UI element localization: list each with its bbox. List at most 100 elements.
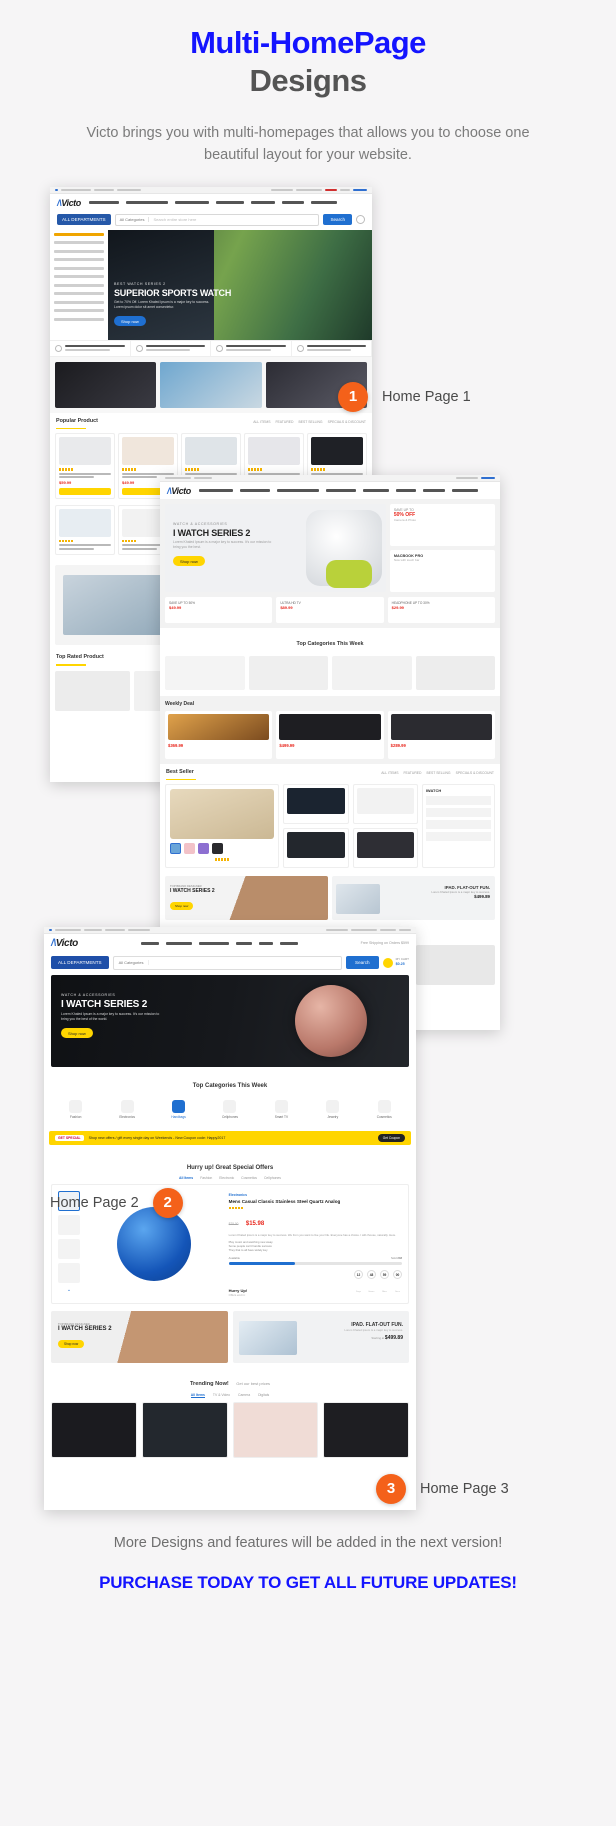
- product-card[interactable]: [352, 784, 418, 824]
- category-tile[interactable]: Smart TV: [256, 1099, 307, 1119]
- thumbnail[interactable]: [58, 1238, 80, 1259]
- mockup3-search-input[interactable]: All Categories: [112, 955, 343, 970]
- mockup3-search-category[interactable]: All Categories: [114, 960, 150, 966]
- mockup1-search-input[interactable]: All Categories Search entire store here: [114, 213, 320, 226]
- mockup2-mini-promo[interactable]: ULTRA HD TV $89.99: [276, 596, 384, 623]
- mockup2-hero-button[interactable]: Shop now: [173, 556, 205, 567]
- mockup1-search-category[interactable]: All Categories: [116, 217, 150, 223]
- category-card[interactable]: [165, 655, 245, 690]
- product-image: [122, 437, 174, 466]
- category-tile[interactable]: Electronics: [101, 1099, 152, 1119]
- featured-product[interactable]: [165, 784, 280, 868]
- coupon-text: Shop new offers / gift every single day …: [88, 1135, 226, 1140]
- callout-homepage-3: 3 Home Page 3: [376, 1473, 509, 1504]
- homepage-3-mockup[interactable]: /\Victo Free Shipping on Orders $599 ALL…: [44, 926, 416, 1510]
- mockup2-side-promo[interactable]: MACBOOK PRO Now with touch bar: [389, 549, 495, 592]
- thumbnail[interactable]: [58, 1214, 80, 1235]
- mockup1-banner-button[interactable]: Shop now: [114, 316, 146, 327]
- mockup2-side-promo[interactable]: SAVE UP TO 50% OFF Camera & Photo: [389, 503, 495, 546]
- product-card[interactable]: $59.99: [55, 433, 115, 499]
- chevron-down-icon[interactable]: ⌄: [58, 1287, 80, 1293]
- product-bullet: They that to all have widely key: [228, 1248, 268, 1253]
- thumbnail[interactable]: [58, 1262, 80, 1283]
- get-coupon-button[interactable]: Get Coupon: [377, 1133, 405, 1142]
- category-tile[interactable]: Cosmetics: [359, 1099, 410, 1119]
- product-card[interactable]: [51, 1402, 137, 1459]
- mockup3-cart[interactable]: MY CART $0.25: [382, 957, 409, 968]
- mockup1-banner-copy: BEST WATCH SERIES 2 SUPERIOR SPORTS WATC…: [114, 282, 231, 328]
- callout-label-1: Home Page 1: [382, 388, 471, 405]
- add-to-cart-button[interactable]: [59, 487, 111, 495]
- mockup2-promo-banner-2[interactable]: IPAD. FLAT-OUT FUN. Lorem Khaled Ipsum i…: [332, 875, 495, 920]
- mockup3-departments-button[interactable]: ALL DEPARTMENTS: [51, 956, 109, 970]
- deal-card[interactable]: $289.99: [387, 710, 495, 759]
- category-tile[interactable]: Handbags: [153, 1099, 204, 1119]
- page-header: Multi-HomePage Designs Victo brings you …: [0, 0, 616, 167]
- mockup3-offers-tabs[interactable]: All Items Fashion Electronic Cosmetics C…: [44, 1175, 416, 1184]
- mockup3-search-button[interactable]: Search: [346, 956, 379, 970]
- product-card[interactable]: [283, 784, 349, 824]
- mockup3-coupon-strip[interactable]: GET SPECIAL Shop new offers / gift every…: [49, 1130, 411, 1145]
- mockup1-search-row[interactable]: ALL DEPARTMENTS All Categories Search en…: [50, 210, 372, 230]
- rating-stars: [122, 468, 174, 471]
- mockup1-nav[interactable]: [88, 201, 365, 205]
- product-card[interactable]: [352, 827, 418, 868]
- product-card[interactable]: [232, 1402, 319, 1459]
- mockup3-nav[interactable]: [86, 941, 353, 945]
- mockup1-promo-card[interactable]: [55, 361, 157, 408]
- product-card[interactable]: [323, 1402, 409, 1459]
- mockup1-search-button[interactable]: Search: [323, 214, 352, 226]
- mockup3-promo-banner-1[interactable]: TOP BRAND DESIGNER I WATCH SERIES 2 Shop…: [51, 1311, 228, 1364]
- rating-stars: [248, 468, 300, 471]
- mockup1-banner-subtitle: Get to 70% Off. Lorem Khaled Ipsum is a …: [114, 299, 210, 309]
- mockup2-hero-kicker: WATCH & ACCESSORIES: [173, 521, 228, 526]
- product-list-column[interactable]: IWATCH: [421, 784, 495, 868]
- mockup2-logo[interactable]: /\Victo: [167, 486, 191, 496]
- mockup1-banner-title: SUPERIOR SPORTS WATCH: [114, 287, 232, 298]
- mockup-stage: /\Victo ALL DEPARTMENTS All Categories S…: [0, 186, 616, 1517]
- hurry-sub: Offers end in:: [228, 1293, 246, 1298]
- deal-card[interactable]: $369.99: [165, 710, 273, 759]
- mockup1-departments-button[interactable]: ALL DEPARTMENTS: [57, 214, 111, 226]
- mockup3-search-row[interactable]: ALL DEPARTMENTS All Categories Search MY…: [44, 951, 416, 975]
- mockup2-nav[interactable]: [198, 489, 493, 493]
- mockup3-trending-tabs[interactable]: All Items TV & Video Camera Digitals: [44, 1393, 416, 1403]
- mockup2-mini-promo[interactable]: HEADPHONE UP TO 30% $29.99: [387, 596, 495, 623]
- mockup2-mini-promo[interactable]: SAVE UP TO 50% $49.99: [165, 596, 273, 623]
- product-old-price: $25.00: [228, 1221, 239, 1226]
- mockup3-hero-button[interactable]: Shop now: [61, 1028, 93, 1039]
- mockup1-promo-cards[interactable]: [50, 356, 372, 413]
- mockup2-hero-banner[interactable]: WATCH & ACCESSORIES I WATCH SERIES 2 Lor…: [165, 503, 386, 592]
- mockup1-category-sidebar[interactable]: [50, 229, 108, 340]
- product-card[interactable]: [55, 504, 115, 556]
- mockup1-section-tabs[interactable]: ALL ITEMS FEATURED BEST SELLING SPECIALS &…: [253, 420, 366, 424]
- mockup1-logo[interactable]: /\Victo: [57, 198, 81, 208]
- mockup3-topbar: [44, 926, 416, 934]
- category-tile[interactable]: Fashion: [50, 1099, 101, 1119]
- mockup3-logo[interactable]: /\Victo: [51, 938, 78, 949]
- mockup2-bestseller-tabs[interactable]: ALL ITEMS FEATURED BEST SELLING SPECIALS &…: [381, 771, 494, 775]
- mockup3-promo-banner-2[interactable]: IPAD. FLAT-OUT FUN. Lorem Khaled Ipsum i…: [232, 1311, 409, 1364]
- category-tile[interactable]: Jewelry: [307, 1099, 358, 1119]
- product-card[interactable]: [283, 827, 349, 868]
- category-card[interactable]: [248, 655, 328, 690]
- rating-stars: [59, 468, 111, 471]
- mockup1-cart-icon[interactable]: [356, 215, 365, 225]
- mockup2-deal-title: Weekly Deal: [165, 700, 195, 707]
- footer-cta[interactable]: PURCHASE TODAY TO GET ALL FUTURE UPDATES…: [0, 1573, 616, 1593]
- countdown-timer: 12 Days 48 Hours 59 Mins 00 Secs: [354, 1270, 402, 1297]
- tag-icon: [296, 344, 304, 352]
- mockup2-hero-row: WATCH & ACCESSORIES I WATCH SERIES 2 Lor…: [160, 498, 500, 597]
- mockup1-hero-banner[interactable]: BEST WATCH SERIES 2 SUPERIOR SPORTS WATC…: [50, 229, 372, 340]
- callout-badge-2: 2: [152, 1187, 183, 1218]
- page-title-line1: Multi-HomePage: [190, 25, 426, 60]
- product-card[interactable]: [141, 1402, 228, 1459]
- category-card[interactable]: [332, 655, 412, 690]
- mockup1-promo-card[interactable]: [160, 361, 262, 408]
- category-tile[interactable]: Cellphones: [204, 1099, 255, 1119]
- deal-card[interactable]: $499.99: [276, 710, 384, 759]
- mockup1-section-header: Popular Product ALL ITEMS FEATURED BEST S…: [50, 412, 372, 426]
- category-card[interactable]: [415, 655, 495, 690]
- mockup2-promo-banner-1[interactable]: TOP BRAND DESIGNER I WATCH SERIES 2 Shop…: [165, 875, 328, 920]
- mockup3-hero-banner[interactable]: WATCH & ACCESSORIES I WATCH SERIES 2 Lor…: [51, 974, 409, 1067]
